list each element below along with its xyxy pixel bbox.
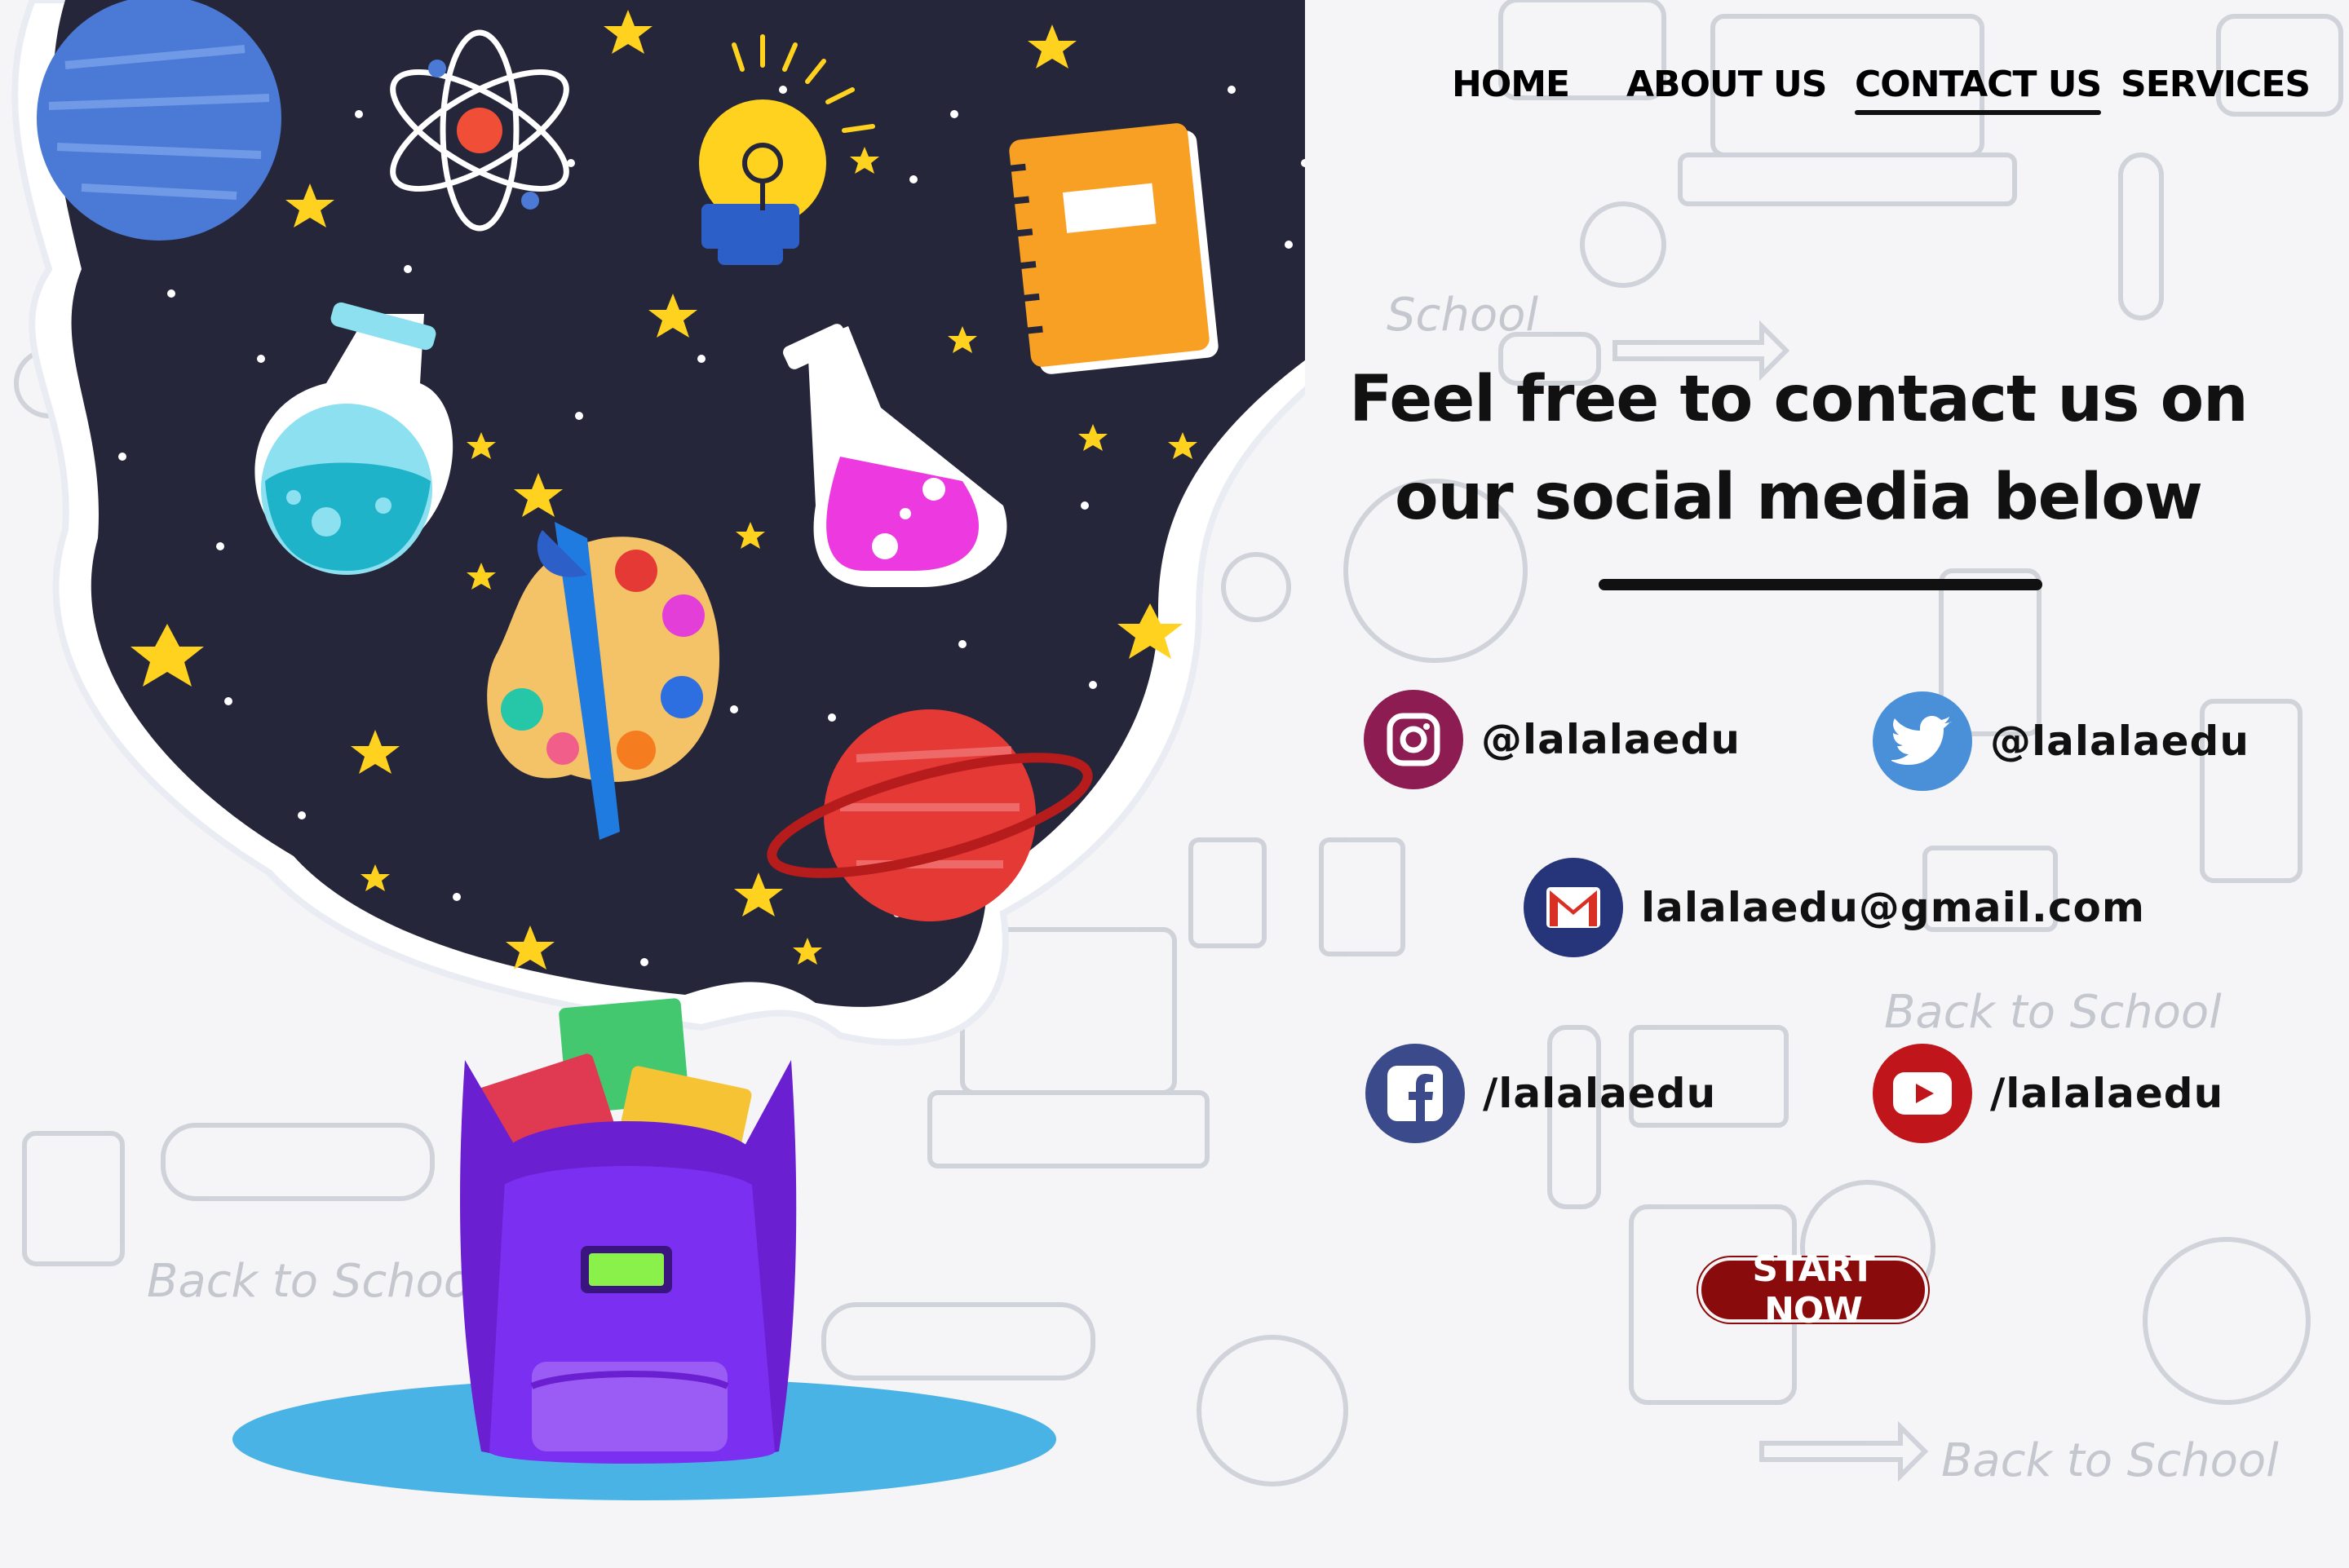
youtube-icon [1873, 1044, 1972, 1143]
nav-about-us-label: ABOUT US [1626, 64, 1827, 105]
hero-illustration [11, 0, 1305, 1500]
doodle-text: Back to School [1941, 1434, 2279, 1487]
start-now-button[interactable]: START NOW [1698, 1248, 1928, 1332]
planet-blue [37, 0, 281, 241]
instagram-icon [1364, 690, 1463, 789]
twitter-handle: @lalalaedu [1990, 718, 2249, 765]
gmail-address: lalalaedu@gmail.com [1641, 884, 2145, 931]
headline-line-1: Feel free to contact us on [1349, 363, 2248, 436]
nav-services[interactable]: SERVICES [2121, 64, 2311, 105]
twitter-icon [1873, 691, 1972, 791]
doodle-text: Back to School [1884, 986, 2222, 1039]
gmail-icon [1524, 858, 1623, 957]
contact-headline: Feel free to contact us on our social me… [1338, 351, 2259, 546]
instagram-handle: @lalalaedu [1481, 716, 1741, 763]
twitter-link[interactable]: @lalalaedu [1873, 691, 2249, 791]
facebook-handle: /lalalaedu [1483, 1070, 1717, 1117]
headline-line-2: our social media below [1395, 461, 2203, 534]
nav-contact-us-label: CONTACT US [1855, 64, 2102, 105]
headline-divider [1599, 579, 2042, 590]
nav-about-us[interactable]: ABOUT US [1626, 64, 1827, 105]
youtube-handle: /lalalaedu [1990, 1070, 2224, 1117]
doodle-text: School [1387, 289, 1538, 342]
gmail-link[interactable]: lalalaedu@gmail.com [1524, 858, 2145, 957]
backpack [460, 998, 797, 1464]
nav-contact-us[interactable]: CONTACT US [1855, 64, 2102, 115]
nav-home-label: HOME [1452, 64, 1570, 105]
instagram-link[interactable]: @lalalaedu [1364, 690, 1741, 789]
notebook [1001, 123, 1219, 374]
facebook-link[interactable]: /lalalaedu [1365, 1044, 1716, 1143]
main-nav: HOME ABOUT US CONTACT US SERVICES [1452, 64, 2311, 129]
facebook-icon [1365, 1044, 1465, 1143]
nav-home[interactable]: HOME [1452, 64, 1570, 105]
nav-services-label: SERVICES [2121, 64, 2311, 105]
active-nav-underline [1855, 110, 2102, 115]
youtube-link[interactable]: /lalalaedu [1873, 1044, 2223, 1143]
